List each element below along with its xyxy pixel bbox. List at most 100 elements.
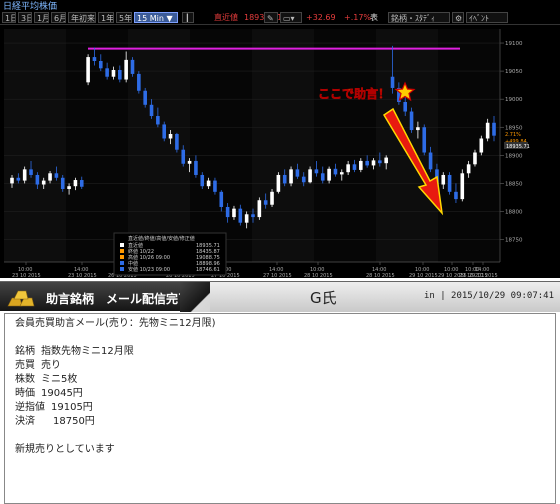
field-value: 指数先物ミニ12月限 <box>41 346 134 357</box>
draw-icon[interactable]: ✎ <box>264 12 278 23</box>
range-ytd-button[interactable]: 年初来 <box>68 12 96 23</box>
indicator-button[interactable]: 銘柄・ｽﾀﾃﾞｨ <box>388 12 450 23</box>
legend-value: 18746.61 <box>196 267 220 273</box>
candle-body <box>441 174 446 185</box>
y-tick-label: 18900 <box>505 153 523 159</box>
candle-body <box>365 160 369 166</box>
candle-body <box>314 169 319 174</box>
message-body: 会員売買助言メール(売り：先物ミニ12月限) 銘柄 指数先物ミニ12月限 売買 売り… <box>4 313 556 504</box>
annotation-text: ここで助言！ <box>318 86 390 101</box>
candle-body <box>213 180 217 192</box>
field-value: 売り <box>41 360 61 371</box>
y-tick-label: 18800 <box>505 209 523 215</box>
legend-swatch <box>120 261 124 265</box>
x-tick-label: 23 10 2015 <box>12 273 41 278</box>
legend-swatch <box>120 255 124 259</box>
candle-body <box>352 164 357 170</box>
candle-body <box>98 61 103 69</box>
x-tick-label: 29 10 2015 <box>409 273 438 278</box>
legend-label: 安値 10/23 09:00 <box>128 266 170 273</box>
candle-body <box>244 214 249 223</box>
candle-body <box>181 149 186 164</box>
candle-body <box>22 169 27 181</box>
field-label: 銘柄 <box>15 346 35 357</box>
range-5y-button[interactable]: 5年 <box>116 12 132 23</box>
candle-body <box>282 174 287 184</box>
field-label: 株数 <box>15 374 35 385</box>
candle-body <box>485 122 490 139</box>
candle-body <box>251 214 255 218</box>
chart-window: 日経平均株価 1日 3日 1月 6月 年初来 1年 5年 15 Min ▼ ┃ … <box>0 0 560 278</box>
field-label: 決済 <box>15 416 35 427</box>
candle-body <box>200 174 205 187</box>
candle-body <box>308 169 312 183</box>
y-tick-label: 19000 <box>505 97 523 103</box>
range-6m-button[interactable]: 6月 <box>51 12 66 23</box>
candle-body <box>206 180 211 187</box>
candle-body <box>327 168 331 181</box>
chart-legend: 直近値/終値/高値/安値/修正値 直近値 18935.71終値 10/22 1843… <box>113 232 227 276</box>
range-1y-button[interactable]: 1年 <box>98 12 114 23</box>
legend-header: 直近値/終値/高値/安値/修正値 <box>128 235 195 242</box>
x-tick-label: 28 10 2015 <box>304 273 333 278</box>
field-value: 19105円 <box>51 402 93 413</box>
candle-body <box>263 200 268 205</box>
event-button[interactable]: ｲﾍﾞﾝﾄ <box>466 12 508 23</box>
candle-body <box>48 173 52 181</box>
candle-body <box>137 73 141 91</box>
x-tick-label: 28 10 2015 <box>366 273 395 278</box>
candle-body <box>219 191 224 207</box>
candle-body <box>384 157 388 164</box>
range-1d-button[interactable]: 1日 <box>2 12 16 23</box>
candle-body <box>67 186 71 190</box>
message-author: G氏 <box>310 289 337 307</box>
candle-body <box>359 160 363 170</box>
field-row: 逆指値 19105円 <box>15 401 545 415</box>
candle-body <box>111 69 116 77</box>
y-tick-label: 18950 <box>505 125 523 131</box>
candle-body <box>339 172 344 175</box>
last-price-text: 18935.71 <box>506 144 530 150</box>
label-change-pct: 2.71% <box>505 132 521 138</box>
plot-band <box>438 29 500 262</box>
candle-body <box>143 90 147 105</box>
field-row: 時価 19045円 <box>15 387 545 401</box>
legend-label: 高値 10/26 09:00 <box>128 254 170 261</box>
candle-body <box>156 116 160 125</box>
chevron-down-icon: ▼ <box>163 14 173 23</box>
y-tick-label: 19050 <box>505 69 523 75</box>
candle-body <box>187 160 192 164</box>
field-row: 株数 ミニ5枚 <box>15 373 545 387</box>
candle-body <box>301 176 306 183</box>
gear-icon[interactable]: ⚙ <box>452 12 464 23</box>
candle-body <box>60 177 65 190</box>
candle-body <box>194 160 198 175</box>
candle-body <box>86 57 90 83</box>
price-change-pct: +.17% <box>344 13 372 22</box>
candle-body <box>29 169 33 175</box>
candle-body <box>492 122 496 136</box>
legend-label: 中値 <box>128 260 138 267</box>
candle-body <box>225 206 230 218</box>
candle-body <box>10 177 14 184</box>
candle-body <box>162 124 167 139</box>
candle-body <box>238 208 243 223</box>
candle-body <box>92 57 97 62</box>
candle-body <box>346 164 350 173</box>
price-chart: 19100 19050 19000 18950 18900 18850 18800 18750… <box>0 25 560 278</box>
interval-value: 15 Min <box>137 14 164 23</box>
chart-type-icon[interactable]: ┃ <box>182 12 194 23</box>
style-select[interactable]: ▭▾ <box>280 12 302 23</box>
candle-body <box>54 173 59 178</box>
plot-band <box>252 29 314 262</box>
x-tick-label: 29 10 2015 <box>469 273 498 278</box>
candle-body <box>454 191 458 200</box>
legend-label: 終値 10/22 <box>128 248 154 255</box>
range-1m-button[interactable]: 1月 <box>34 12 49 23</box>
plot-band <box>66 29 128 262</box>
interval-select[interactable]: 15 Min ▼ <box>134 12 178 23</box>
candle-body <box>118 69 122 80</box>
table-button[interactable]: 表 <box>370 12 378 23</box>
range-3d-button[interactable]: 3日 <box>18 12 32 23</box>
candle-body <box>447 174 452 192</box>
